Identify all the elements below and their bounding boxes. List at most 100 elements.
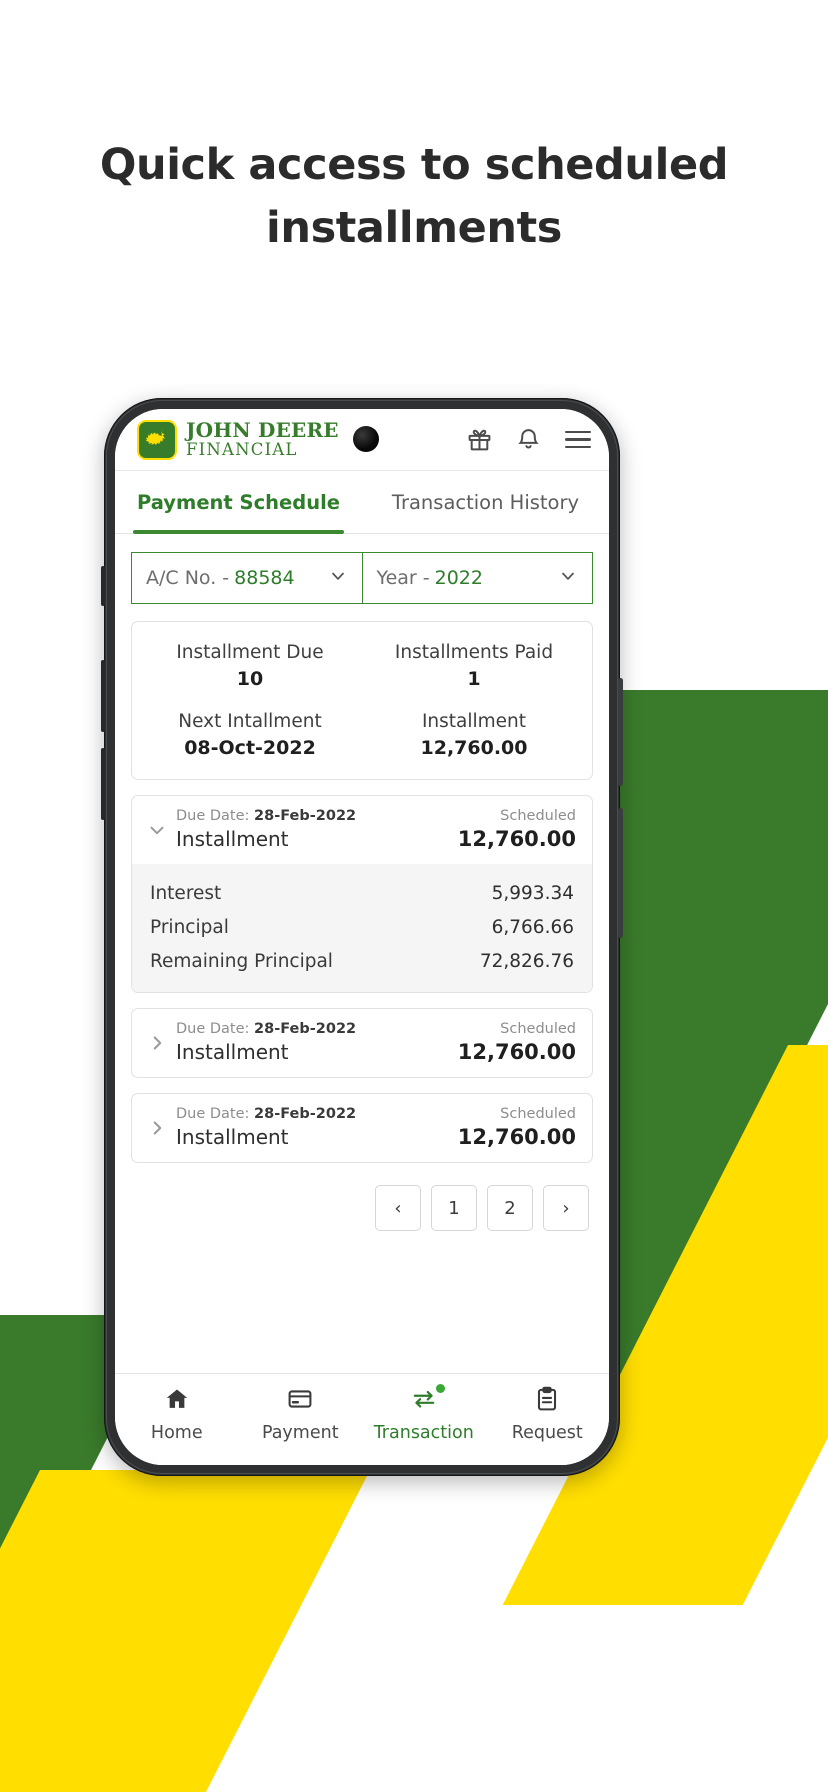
camera-punch-hole: [353, 426, 379, 452]
chevron-right-icon[interactable]: [144, 1032, 170, 1054]
due-date-value: 28-Feb-2022: [254, 808, 357, 824]
summary-value: 1: [467, 668, 481, 690]
summary-installment-due: Installment Due 10: [138, 642, 362, 690]
tab-transaction-history[interactable]: Transaction History: [362, 471, 609, 533]
logo-line-2: FINANCIAL: [186, 440, 298, 460]
detail-row-remaining-principal: Remaining Principal 72,826.76: [150, 944, 574, 978]
due-date-label: Due Date:: [176, 808, 250, 824]
nav-item-payment[interactable]: Payment: [239, 1386, 363, 1443]
chevron-down-icon[interactable]: [144, 819, 170, 841]
phone-screen: JOHN DEERE FINANCIAL Payment Schedule Tr…: [115, 409, 609, 1465]
notification-dot: [435, 1384, 445, 1393]
logo-line-1: JOHN DEERE: [186, 418, 339, 443]
due-date-value: 28-Feb-2022: [254, 1021, 357, 1037]
header-icon-group: [467, 427, 591, 452]
summary-card: Installment Due 10 Installments Paid 1 N…: [131, 621, 593, 780]
installment-header[interactable]: Due Date: 28-Feb-2022 Installment Schedu…: [132, 1094, 592, 1162]
summary-label: Installments Paid: [394, 642, 554, 663]
bell-icon[interactable]: [516, 427, 541, 452]
installment-title: Installment: [176, 1125, 289, 1149]
clipboard-icon: [534, 1386, 560, 1416]
summary-label: Next Intallment: [178, 711, 322, 732]
summary-label: Installment Due: [176, 642, 324, 663]
screenshot-root: Quick access to scheduled installments J…: [0, 0, 828, 1792]
nav-label: Payment: [261, 1423, 339, 1443]
nav-label: Request: [511, 1423, 583, 1443]
detail-row-interest: Interest 5,993.34: [150, 876, 574, 910]
bottom-navigation: Home Payment Transaction Request: [115, 1373, 609, 1465]
deer-logo-icon: [137, 419, 177, 460]
year-select-label: Year -: [376, 567, 430, 589]
account-select-label: A/C No. -: [146, 567, 230, 589]
status-badge: Scheduled: [500, 1106, 576, 1122]
hamburger-menu-icon[interactable]: [565, 430, 591, 449]
pagination-next-button[interactable]: ›: [543, 1185, 589, 1231]
installment-main: Due Date: 28-Feb-2022 Installment: [176, 1106, 356, 1149]
detail-value: 5,993.34: [491, 882, 574, 904]
installment-amount: 12,760.00: [457, 827, 576, 851]
summary-value: 12,760.00: [420, 737, 528, 759]
nav-item-transaction[interactable]: Transaction: [362, 1384, 486, 1443]
phone-mockup: JOHN DEERE FINANCIAL Payment Schedule Tr…: [101, 398, 623, 1476]
filter-row: A/C No. - 88584 Year - 2022: [131, 552, 593, 604]
phone-button-vol-dn: [101, 748, 105, 820]
installment-amount: 12,760.00: [457, 1040, 576, 1064]
pagination-page-2[interactable]: 2: [487, 1185, 533, 1231]
summary-row: Next Intallment 08-Oct-2022 Installment …: [138, 711, 586, 759]
year-select-value: 2022: [434, 567, 483, 589]
logo-wordmark: JOHN DEERE FINANCIAL: [186, 420, 339, 459]
nav-label: Home: [150, 1423, 203, 1443]
chevron-down-icon: [558, 566, 578, 591]
pagination-page-1[interactable]: 1: [431, 1185, 477, 1231]
nav-item-home[interactable]: Home: [115, 1386, 239, 1443]
installment-due-date: Due Date: 28-Feb-2022: [176, 1021, 356, 1037]
pagination: ‹ 1 2 ›: [131, 1163, 593, 1231]
nav-item-request[interactable]: Request: [486, 1386, 610, 1443]
phone-button-mute: [101, 566, 105, 606]
detail-value: 72,826.76: [479, 950, 574, 972]
tab-payment-schedule[interactable]: Payment Schedule: [115, 471, 362, 534]
year-select[interactable]: Year - 2022: [361, 552, 593, 604]
installment-right: Scheduled 12,760.00: [458, 1106, 576, 1149]
summary-installment-amount: Installment 12,760.00: [362, 711, 586, 759]
installment-right: Scheduled 12,760.00: [458, 808, 576, 851]
installment-amount: 12,760.00: [457, 1125, 576, 1149]
summary-label: Installment: [421, 711, 527, 732]
gift-icon[interactable]: [467, 427, 492, 452]
summary-value: 08-Oct-2022: [184, 737, 316, 759]
installment-due-date: Due Date: 28-Feb-2022: [176, 1106, 356, 1122]
account-select-value: 88584: [234, 567, 295, 589]
due-date-label: Due Date:: [176, 1106, 250, 1122]
home-icon: [164, 1386, 190, 1416]
john-deere-logo[interactable]: JOHN DEERE FINANCIAL: [137, 419, 339, 460]
installment-title: Installment: [176, 1040, 289, 1064]
installment-main: Due Date: 28-Feb-2022 Installment: [176, 808, 356, 851]
page-headline: Quick access to scheduled installments: [99, 140, 729, 253]
due-date-label: Due Date:: [176, 1021, 250, 1037]
installment-card[interactable]: Due Date: 28-Feb-2022 Installment Schedu…: [131, 795, 593, 993]
installment-title: Installment: [176, 827, 289, 851]
pagination-prev-button[interactable]: ‹: [375, 1185, 421, 1231]
installment-card[interactable]: Due Date: 28-Feb-2022 Installment Schedu…: [131, 1008, 593, 1078]
detail-label: Principal: [150, 916, 229, 938]
summary-value: 10: [236, 668, 264, 690]
installment-due-date: Due Date: 28-Feb-2022: [176, 808, 356, 824]
phone-button-extra: [618, 808, 623, 938]
detail-label: Interest: [150, 882, 222, 904]
account-number-select[interactable]: A/C No. - 88584: [131, 552, 362, 604]
summary-row: Installment Due 10 Installments Paid 1: [138, 642, 586, 690]
tab-payment-schedule-label: Payment Schedule: [136, 490, 341, 514]
chevron-right-icon[interactable]: [144, 1117, 170, 1139]
installment-card[interactable]: Due Date: 28-Feb-2022 Installment Schedu…: [131, 1093, 593, 1163]
status-badge: Scheduled: [500, 1021, 576, 1037]
transfer-icon: [411, 1386, 437, 1416]
card-icon: [287, 1386, 313, 1416]
installment-header[interactable]: Due Date: 28-Feb-2022 Installment Schedu…: [132, 1009, 592, 1077]
installment-details: Interest 5,993.34 Principal 6,766.66 Rem…: [132, 864, 592, 992]
installment-header[interactable]: Due Date: 28-Feb-2022 Installment Schedu…: [132, 796, 592, 864]
nav-label: Transaction: [373, 1423, 474, 1443]
detail-label: Remaining Principal: [150, 950, 333, 972]
status-badge: Scheduled: [500, 808, 576, 824]
phone-button-power: [618, 678, 623, 786]
detail-row-principal: Principal 6,766.66: [150, 910, 574, 944]
